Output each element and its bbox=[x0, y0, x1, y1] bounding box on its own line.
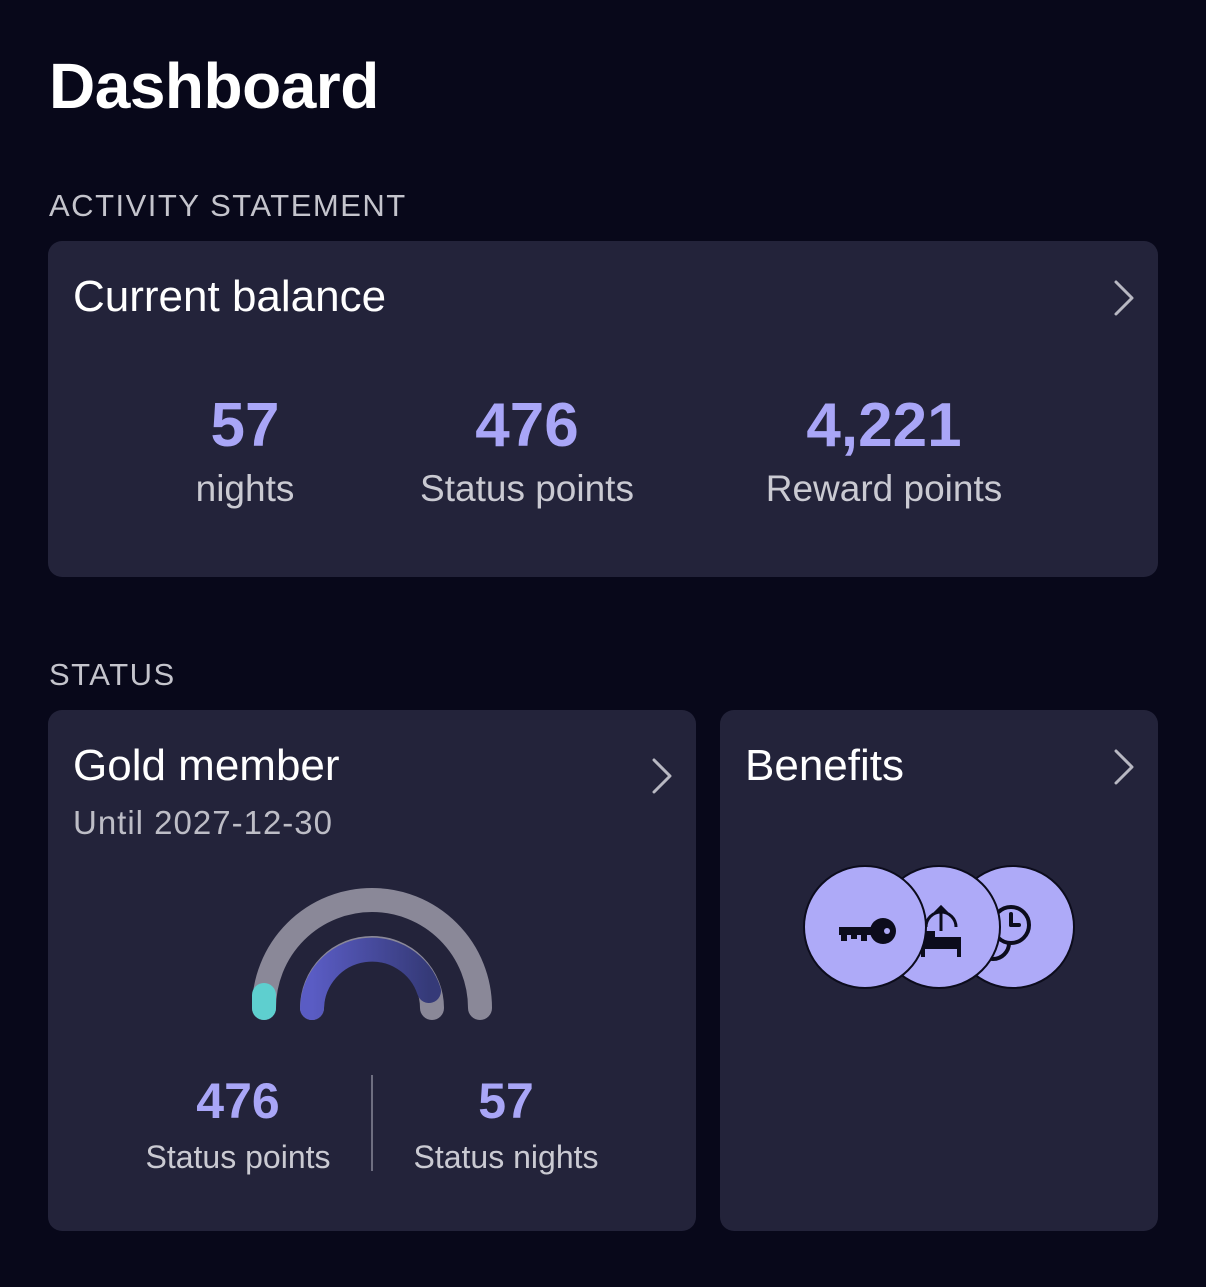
chevron-right-icon bbox=[1114, 280, 1134, 316]
benefits-card[interactable]: Benefits bbox=[720, 710, 1158, 1231]
status-points-value: 476 bbox=[196, 1073, 280, 1129]
status-nights-value: 57 bbox=[478, 1073, 534, 1129]
current-balance-card[interactable]: Current balance 57 nights 476 Status poi… bbox=[48, 241, 1158, 577]
nights-label: nights bbox=[195, 468, 295, 509]
gold-member-card[interactable]: Gold member Until 2027-12-30 476 Status … bbox=[48, 710, 696, 1231]
key-icon bbox=[803, 865, 927, 989]
chevron-right-icon bbox=[1114, 749, 1134, 785]
status-nights-stat: 57 Status nights bbox=[414, 1072, 599, 1176]
reward-points-value: 4,221 bbox=[806, 391, 962, 460]
nights-stat: 57 nights bbox=[196, 391, 295, 511]
status-points-stat: 476 Status points bbox=[420, 391, 634, 511]
activity-section-label: ACTIVITY STATEMENT bbox=[49, 188, 407, 223]
reward-points-label: Reward points bbox=[765, 468, 1003, 509]
status-points-label: Status points bbox=[145, 1139, 331, 1175]
benefits-title: Benefits bbox=[745, 741, 904, 790]
status-progress-gauge bbox=[252, 888, 492, 1020]
status-points-value: 476 bbox=[475, 391, 579, 460]
member-tier-title: Gold member bbox=[73, 741, 340, 790]
current-balance-title: Current balance bbox=[73, 272, 387, 321]
nights-value: 57 bbox=[210, 391, 280, 460]
status-nights-label: Status nights bbox=[413, 1139, 599, 1175]
status-section-label: STATUS bbox=[49, 657, 176, 692]
stats-divider bbox=[371, 1075, 373, 1171]
chevron-right-icon bbox=[652, 758, 672, 794]
status-points-label: Status points bbox=[420, 468, 634, 509]
page-title: Dashboard bbox=[49, 50, 379, 122]
member-valid-until: Until 2027-12-30 bbox=[73, 804, 333, 841]
reward-points-stat: 4,221 Reward points bbox=[766, 391, 1003, 511]
status-points-stat: 476 Status points bbox=[146, 1072, 331, 1176]
